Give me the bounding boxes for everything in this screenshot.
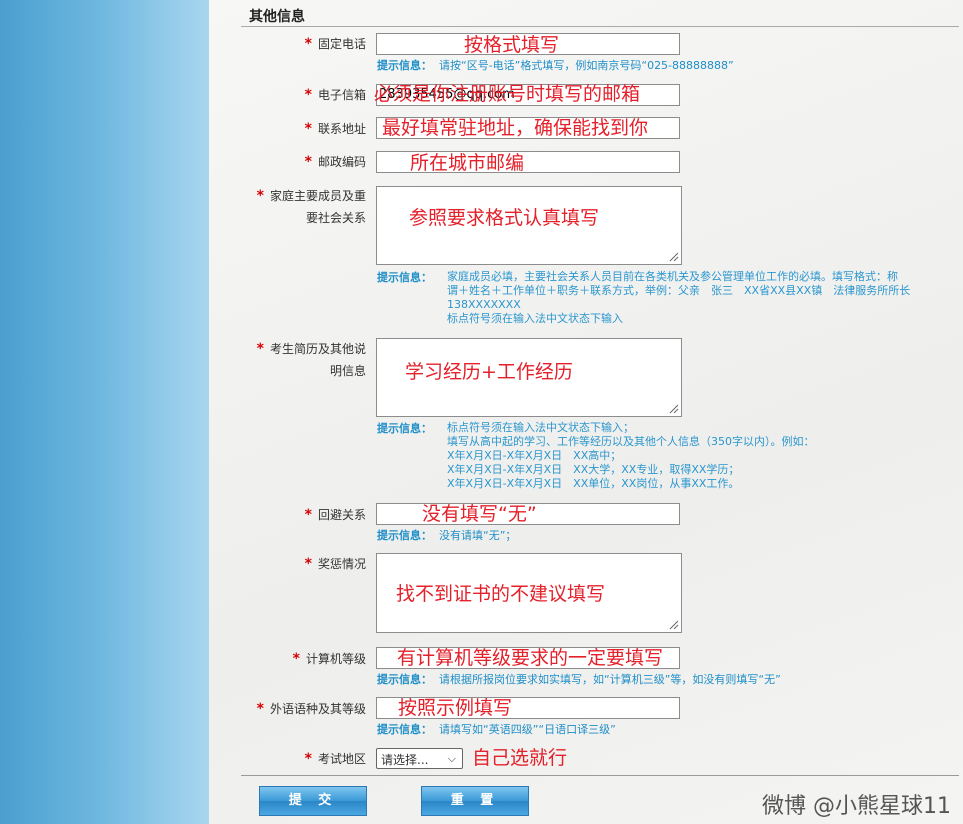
language-hint: 提示信息： 请填写如“英语四级”“日语口译三级”	[377, 723, 616, 736]
resume-hint-line-4: X年X月X日-X年X月X日 XX大学，XX专业，取得XX学历；	[447, 463, 740, 476]
phone-label: * 固定电话	[304, 36, 366, 52]
computer-annotation: 有计算机等级要求的一定要填写	[397, 647, 664, 669]
family-hint-title: 提示信息：	[377, 271, 432, 284]
required-star-icon: *	[256, 341, 264, 357]
required-star-icon: *	[304, 121, 312, 137]
resize-grip-icon[interactable]	[669, 404, 679, 414]
postcode-label: * 邮政编码	[304, 154, 366, 170]
required-star-icon: *	[292, 651, 300, 667]
family-hint-line-2: 谓＋姓名＋工作单位＋职务＋联系方式，举例：父亲 张三 XX省XX县XX镇 法律服…	[447, 284, 911, 297]
form-container: 其他信息 * 固定电话 按格式填写 提示信息： 请按“区号-电话”格式填写，例如南…	[209, 0, 963, 824]
resize-grip-icon[interactable]	[669, 620, 679, 630]
awards-annotation: 找不到证书的不建议填写	[396, 583, 606, 605]
family-label-line2: 要社会关系	[305, 211, 366, 225]
chevron-down-icon: ⌵	[447, 752, 456, 765]
watermark: 微博 @小熊星球11	[762, 794, 951, 819]
resume-annotation: 学习经历+工作经历	[405, 361, 573, 383]
reset-button[interactable]: 重 置	[421, 786, 529, 816]
submit-button[interactable]: 提 交	[259, 786, 367, 816]
phone-hint: 提示信息： 请按“区号-电话”格式填写，例如南京号码“025-88888888”	[377, 59, 734, 72]
section-divider	[241, 26, 959, 27]
region-label: * 考试地区	[304, 751, 366, 767]
family-hint-line-1: 家庭成员必填，主要社会关系人员目前在各类机关及参公管理单位工作的必填。填写格式：…	[447, 270, 898, 283]
required-star-icon: *	[304, 87, 312, 103]
region-select-value: 请选择...	[381, 753, 429, 767]
required-star-icon: *	[304, 154, 312, 170]
computer-label: * 计算机等级	[292, 651, 366, 667]
section-title: 其他信息	[249, 9, 305, 25]
phone-annotation: 按格式填写	[464, 34, 560, 56]
postcode-annotation: 所在城市邮编	[410, 152, 525, 174]
email-label: * 电子信箱	[304, 87, 366, 103]
required-star-icon: *	[256, 701, 264, 717]
family-hint-line-4: 标点符号须在输入法中文状态下输入	[447, 312, 623, 325]
resume-hint-line-2: 填写从高中起的学习、工作等经历以及其他个人信息（350字以内）。例如：	[447, 435, 815, 448]
avoidance-hint: 提示信息： 没有请填“无”；	[377, 529, 517, 542]
avoidance-label: * 回避关系	[304, 507, 366, 523]
language-label: * 外语语种及其等级	[256, 701, 366, 717]
family-annotation: 参照要求格式认真填写	[409, 207, 600, 229]
address-label: * 联系地址	[304, 121, 366, 137]
resume-hint-line-5: X年X月X日-X年X月X日 XX单位，XX岗位，从事XX工作。	[447, 477, 740, 490]
resize-grip-icon[interactable]	[669, 252, 679, 262]
required-star-icon: *	[304, 556, 312, 572]
resume-hint-title: 提示信息：	[377, 422, 432, 435]
resume-hint-line-1: 标点符号须在输入法中文状态下输入；	[447, 421, 634, 434]
region-annotation: 自己选就行	[472, 747, 568, 769]
resume-label-line2: 明信息	[329, 364, 366, 378]
required-star-icon: *	[256, 188, 264, 204]
region-select[interactable]: 请选择... ⌵	[376, 748, 463, 769]
required-star-icon: *	[304, 36, 312, 52]
family-label: * 家庭主要成员及重	[256, 188, 366, 204]
awards-label: * 奖惩情况	[304, 556, 366, 572]
resume-label: * 考生简历及其他说	[256, 341, 366, 357]
form-bottom-divider	[241, 775, 959, 776]
email-annotation: 必须是你注册账号时填写的邮箱	[374, 83, 641, 105]
address-annotation: 最好填常驻地址，确保能找到你	[382, 117, 649, 139]
left-decoration-panel	[0, 0, 209, 824]
required-star-icon: *	[304, 751, 312, 767]
computer-hint: 提示信息： 请根据所报岗位要求如实填写，如“计算机三级”等，如没有则填写“无”	[377, 673, 781, 686]
language-annotation: 按照示例填写	[398, 697, 513, 719]
avoidance-annotation: 没有填写“无”	[422, 503, 537, 525]
family-hint-line-3: 138XXXXXXX	[447, 298, 521, 311]
required-star-icon: *	[304, 507, 312, 523]
resume-hint-line-3: X年X月X日-X年X月X日 XX高中；	[447, 449, 622, 462]
